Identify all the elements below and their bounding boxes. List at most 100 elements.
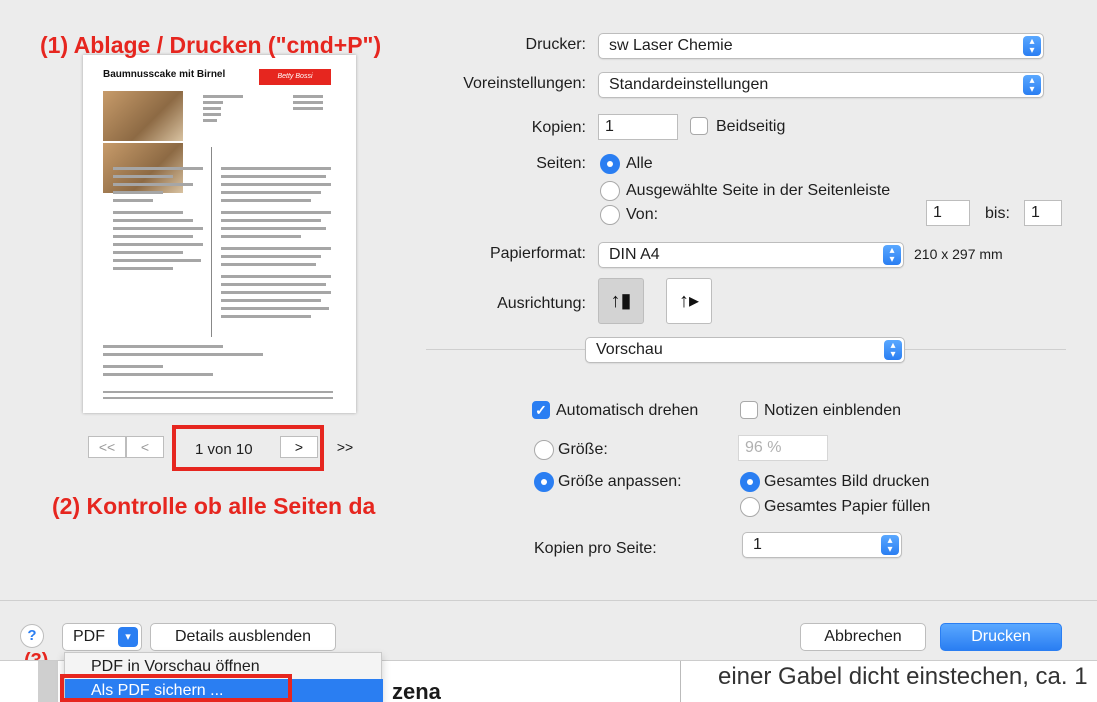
printer-label: Drucker:	[525, 36, 586, 53]
pages-all-radio[interactable]	[600, 154, 620, 174]
auto-rotate-label: Automatisch drehen	[556, 402, 699, 419]
duplex-label: Beidseitig	[716, 118, 786, 135]
document-column-divider	[680, 661, 681, 702]
pdf-button[interactable]: PDF ▾	[62, 623, 142, 651]
text-line	[293, 101, 323, 104]
text-line	[221, 263, 316, 266]
text-line	[113, 183, 193, 186]
column-divider	[211, 147, 212, 337]
text-line	[113, 175, 173, 178]
pages-all-label: Alle	[626, 155, 653, 172]
save-as-pdf-highlight	[60, 674, 292, 702]
help-icon[interactable]: ?	[20, 624, 44, 648]
first-page-button[interactable]: <<	[88, 436, 126, 458]
text-line	[103, 365, 163, 368]
text-line	[221, 227, 326, 230]
portrait-orientation-icon[interactable]: ↑▮	[598, 278, 644, 324]
brand-logo: Betty Bossi	[259, 69, 331, 85]
text-line	[113, 251, 183, 254]
text-line	[293, 107, 323, 110]
paper-size-text: 210 x 297 mm	[914, 246, 1003, 262]
size-radio[interactable]	[534, 440, 554, 460]
print-whole-radio[interactable]	[740, 472, 760, 492]
orientation-label: Ausrichtung:	[497, 295, 586, 312]
text-line	[221, 183, 331, 186]
show-notes-checkbox[interactable]	[740, 401, 758, 419]
document-right-text: einer Gabel dicht einstechen, ca. 1	[718, 663, 1088, 690]
text-line	[103, 353, 263, 356]
cancel-button[interactable]: Abbrechen	[800, 623, 926, 651]
print-button[interactable]: Drucken	[940, 623, 1062, 651]
copies-label: Kopien:	[531, 119, 586, 136]
text-line	[221, 283, 326, 286]
text-line	[113, 167, 203, 170]
pages-to-input[interactable]: 1	[1024, 200, 1062, 226]
size-label: Größe:	[558, 441, 608, 458]
text-line	[113, 259, 201, 262]
printer-select[interactable]: sw Laser Chemie ▴ ▾	[598, 33, 1044, 59]
per-page-label: Kopien pro Seite:	[534, 540, 657, 557]
text-line	[221, 235, 301, 238]
chevron-updown-icon: ▴ ▾	[884, 340, 902, 360]
text-line	[221, 299, 321, 302]
paper-select[interactable]: DIN A4 ▴ ▾	[598, 242, 904, 268]
chevron-updown-icon: ▴ ▾	[883, 245, 901, 265]
pages-label: Seiten:	[536, 155, 586, 172]
paper-label: Papierformat:	[489, 245, 586, 262]
presets-value: Standardeinstellungen	[609, 76, 769, 93]
pdf-button-label: PDF	[73, 628, 105, 645]
size-input[interactable]: 96 %	[738, 435, 828, 461]
text-line	[113, 243, 203, 246]
last-page-button[interactable]: >>	[326, 436, 364, 458]
duplex-checkbox[interactable]	[690, 117, 708, 135]
text-line	[113, 199, 153, 202]
show-notes-label: Notizen einblenden	[764, 402, 901, 419]
pages-to-label: bis:	[985, 205, 1010, 222]
text-line	[221, 167, 331, 170]
text-line	[221, 255, 321, 258]
pages-from-radio[interactable]	[600, 205, 620, 225]
text-line	[203, 107, 221, 110]
printer-value: sw Laser Chemie	[609, 37, 733, 54]
fit-radio[interactable]	[534, 472, 554, 492]
text-line	[221, 291, 331, 294]
prev-page-button[interactable]: <	[126, 436, 164, 458]
landscape-orientation-icon[interactable]: ↑▸	[666, 278, 712, 324]
text-line	[221, 211, 331, 214]
chevron-updown-icon: ▴ ▾	[1023, 75, 1041, 95]
text-line	[103, 373, 213, 376]
pages-from-input[interactable]: 1	[926, 200, 970, 226]
text-line	[221, 199, 311, 202]
per-page-select[interactable]: 1 ▴ ▾	[742, 532, 902, 558]
recipe-photo	[103, 91, 183, 141]
fit-label: Größe anpassen:	[558, 473, 682, 490]
footer-separator	[0, 600, 1097, 601]
text-line	[113, 227, 203, 230]
app-section-select[interactable]: Vorschau ▴ ▾	[585, 337, 905, 363]
annotation-step2: (2) Kontrolle ob alle Seiten da	[52, 493, 376, 519]
app-section-value: Vorschau	[596, 341, 663, 358]
details-button[interactable]: Details ausblenden	[150, 623, 336, 651]
chevron-updown-icon: ▴ ▾	[881, 535, 899, 555]
presets-label: Voreinstellungen:	[463, 75, 586, 92]
text-line	[203, 113, 221, 116]
text-line	[113, 235, 193, 238]
text-line	[221, 275, 331, 278]
text-line	[221, 307, 329, 310]
annotation-step1: (1) Ablage / Drucken ("cmd+P")	[40, 32, 382, 58]
auto-rotate-checkbox[interactable]: ✓	[532, 401, 550, 419]
fill-paper-label: Gesamtes Papier füllen	[764, 498, 931, 515]
fill-paper-radio[interactable]	[740, 497, 760, 517]
document-left-text: zena	[392, 679, 441, 702]
chevron-down-icon: ▾	[118, 627, 138, 647]
text-line	[221, 315, 311, 318]
pages-selected-radio[interactable]	[600, 181, 620, 201]
text-line	[203, 101, 223, 104]
pages-selected-label: Ausgewählte Seite in der Seitenleiste	[626, 182, 891, 199]
page-indicator-highlight	[172, 425, 324, 471]
print-whole-label: Gesamtes Bild drucken	[764, 473, 930, 490]
presets-select[interactable]: Standardeinstellungen ▴ ▾	[598, 72, 1044, 98]
text-line	[113, 267, 173, 270]
pages-from-label: Von:	[626, 206, 659, 223]
copies-input[interactable]: 1	[598, 114, 678, 140]
